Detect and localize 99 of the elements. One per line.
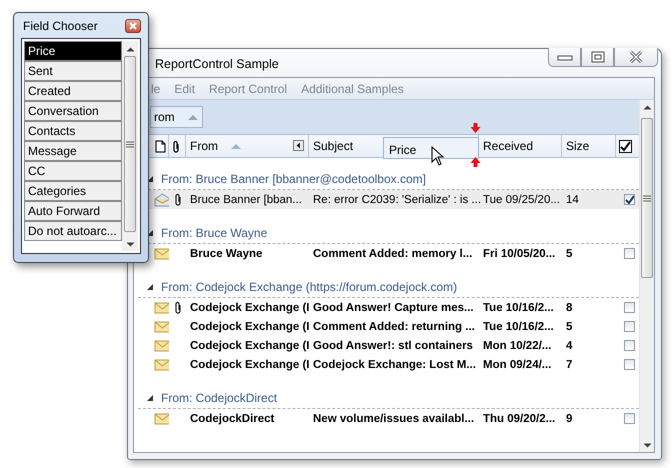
header-checkbox[interactable] bbox=[619, 140, 632, 152]
subject-cell: Comment Added: memory l... bbox=[313, 248, 472, 260]
field-item[interactable]: CC bbox=[24, 161, 122, 181]
paperclip-icon bbox=[174, 301, 182, 314]
field-item[interactable]: Message bbox=[24, 141, 122, 161]
dragged-column-header[interactable]: Price bbox=[383, 137, 479, 159]
field-item[interactable]: Categories bbox=[24, 181, 122, 201]
row-checkbox[interactable] bbox=[624, 413, 634, 424]
subject-cell: New volume/issues availabl... bbox=[313, 412, 474, 424]
field-item[interactable]: Price bbox=[24, 41, 122, 61]
subject-cell: Good Answer!: stl containers bbox=[313, 340, 473, 352]
sender-cell: Codejock Exchange (I bbox=[190, 340, 310, 352]
field-item[interactable]: Do not autoarc... bbox=[24, 221, 122, 241]
maximize-button[interactable] bbox=[581, 48, 614, 67]
column-header[interactable]: Size bbox=[562, 135, 616, 157]
drop-marker-down-icon bbox=[470, 123, 481, 133]
envelope-icon bbox=[154, 320, 169, 332]
envelope-icon bbox=[154, 340, 169, 352]
field-item[interactable]: Sent bbox=[24, 61, 122, 81]
grip-icon bbox=[126, 140, 134, 148]
size-cell: 4 bbox=[566, 340, 572, 352]
field-item[interactable]: Auto Forward bbox=[24, 201, 122, 221]
size-cell: 5 bbox=[566, 248, 572, 260]
received-cell: Mon 10/22/... bbox=[483, 340, 552, 352]
sort-ascending-icon bbox=[230, 142, 242, 150]
close-button[interactable] bbox=[614, 48, 658, 67]
paperclip-icon bbox=[172, 140, 180, 152]
subject-cell: Re: error C2039: 'Serialize' : is ... bbox=[313, 194, 482, 206]
size-cell: 5 bbox=[566, 320, 572, 332]
size-cell: 7 bbox=[566, 358, 572, 370]
sender-cell: Bruce Wayne bbox=[190, 248, 262, 260]
paperclip-icon bbox=[174, 193, 182, 206]
size-cell: 14 bbox=[566, 194, 579, 206]
minimize-icon bbox=[556, 53, 572, 61]
received-cell: Mon 09/24/... bbox=[483, 358, 552, 370]
row-checkbox[interactable] bbox=[624, 194, 634, 205]
field-item[interactable]: Conversation bbox=[24, 101, 122, 121]
message-row[interactable]: Codejock Exchange (I Codejock Exchange: Lost M... Mon 09/24/... 7 bbox=[134, 355, 639, 374]
close-icon bbox=[628, 51, 644, 63]
scroll-up-icon[interactable] bbox=[126, 47, 134, 52]
window-title: ReportControl Sample bbox=[155, 57, 279, 71]
received-cell: Tue 09/25/20... bbox=[483, 194, 560, 206]
mouse-pointer-icon bbox=[431, 146, 445, 166]
row-checkbox[interactable] bbox=[624, 248, 634, 259]
scroll-left-icon bbox=[293, 140, 304, 151]
row-checkbox[interactable] bbox=[624, 340, 634, 351]
field-item[interactable]: Contacts bbox=[24, 121, 122, 141]
sort-ascending-icon bbox=[186, 114, 199, 120]
size-cell: 9 bbox=[566, 412, 572, 424]
scroll-thumb[interactable] bbox=[641, 118, 653, 278]
scroll-thumb[interactable] bbox=[124, 56, 136, 232]
sender-cell: Codejock Exchange (I bbox=[190, 358, 310, 370]
scrollbar-track[interactable] bbox=[639, 100, 654, 452]
message-row[interactable]: Bruce Wayne Comment Added: memory l... Fri 10/05/20... 5 bbox=[134, 244, 639, 263]
page-icon bbox=[155, 140, 166, 152]
group-title: From: Codejock Exchange (https://forum.codejock.com) bbox=[161, 280, 458, 294]
group-by-field[interactable]: rom bbox=[150, 106, 203, 128]
received-cell: Tue 10/16/2... bbox=[483, 302, 554, 314]
window-title: Field Chooser bbox=[23, 18, 98, 32]
scroll-down-icon[interactable] bbox=[126, 242, 134, 247]
scroll-down-icon[interactable] bbox=[642, 443, 652, 448]
envelope-icon bbox=[154, 302, 169, 314]
group-title: From: Bruce Wayne bbox=[161, 226, 268, 240]
field-item[interactable]: Created bbox=[24, 81, 122, 101]
group-title: From: Bruce Banner [bbanner@codetoolbox.com] bbox=[161, 172, 426, 186]
envelope-icon bbox=[154, 358, 169, 370]
close-icon bbox=[129, 22, 137, 30]
size-cell: 8 bbox=[566, 302, 572, 314]
grip-icon bbox=[643, 194, 651, 202]
sender-cell: Codejock Exchange (I bbox=[190, 320, 310, 332]
close-button[interactable] bbox=[125, 18, 141, 32]
scroll-up-icon[interactable] bbox=[642, 105, 652, 110]
row-checkbox[interactable] bbox=[624, 359, 634, 370]
column-header[interactable]: From bbox=[186, 135, 309, 157]
subject-cell: Good Answer! Capture mes... bbox=[313, 302, 474, 314]
envelope-icon bbox=[154, 412, 169, 424]
row-checkbox[interactable] bbox=[624, 321, 634, 332]
open-envelope-icon bbox=[154, 192, 169, 206]
message-row[interactable]: CodejockDirect New volume/issues availabl... Thu 09/20/2... 9 bbox=[134, 409, 639, 428]
row-checkbox[interactable] bbox=[624, 302, 634, 313]
collapse-triangle-icon[interactable] bbox=[146, 394, 154, 402]
received-cell: Thu 09/20/2... bbox=[483, 412, 556, 424]
received-cell: Tue 10/16/2... bbox=[483, 320, 554, 332]
sender-cell: Bruce Banner [bban... bbox=[190, 194, 302, 206]
envelope-icon bbox=[154, 248, 169, 260]
sender-cell: CodejockDirect bbox=[190, 412, 274, 424]
message-row[interactable]: Codejock Exchange (I Comment Added: returning ... Tue 10/16/2... 5 bbox=[134, 317, 639, 336]
minimize-button[interactable] bbox=[548, 48, 581, 67]
message-row[interactable]: Codejock Exchange (I Good Answer!: stl containers Mon 10/22/... 4 bbox=[134, 336, 639, 355]
group-title: From: CodejockDirect bbox=[161, 390, 278, 404]
message-row[interactable]: Codejock Exchange (I Good Answer! Capture mes... Tue 10/16/2... 8 bbox=[134, 298, 639, 317]
maximize-icon bbox=[590, 51, 604, 63]
received-cell: Fri 10/05/20... bbox=[483, 248, 556, 260]
sender-cell: Codejock Exchange (I bbox=[190, 302, 310, 314]
collapse-triangle-icon[interactable] bbox=[146, 283, 154, 291]
scrollbar-track[interactable] bbox=[122, 41, 138, 251]
subject-cell: Comment Added: returning ... bbox=[313, 320, 475, 332]
drop-marker-up-icon bbox=[470, 157, 481, 167]
subject-cell: Codejock Exchange: Lost M... bbox=[313, 358, 476, 370]
